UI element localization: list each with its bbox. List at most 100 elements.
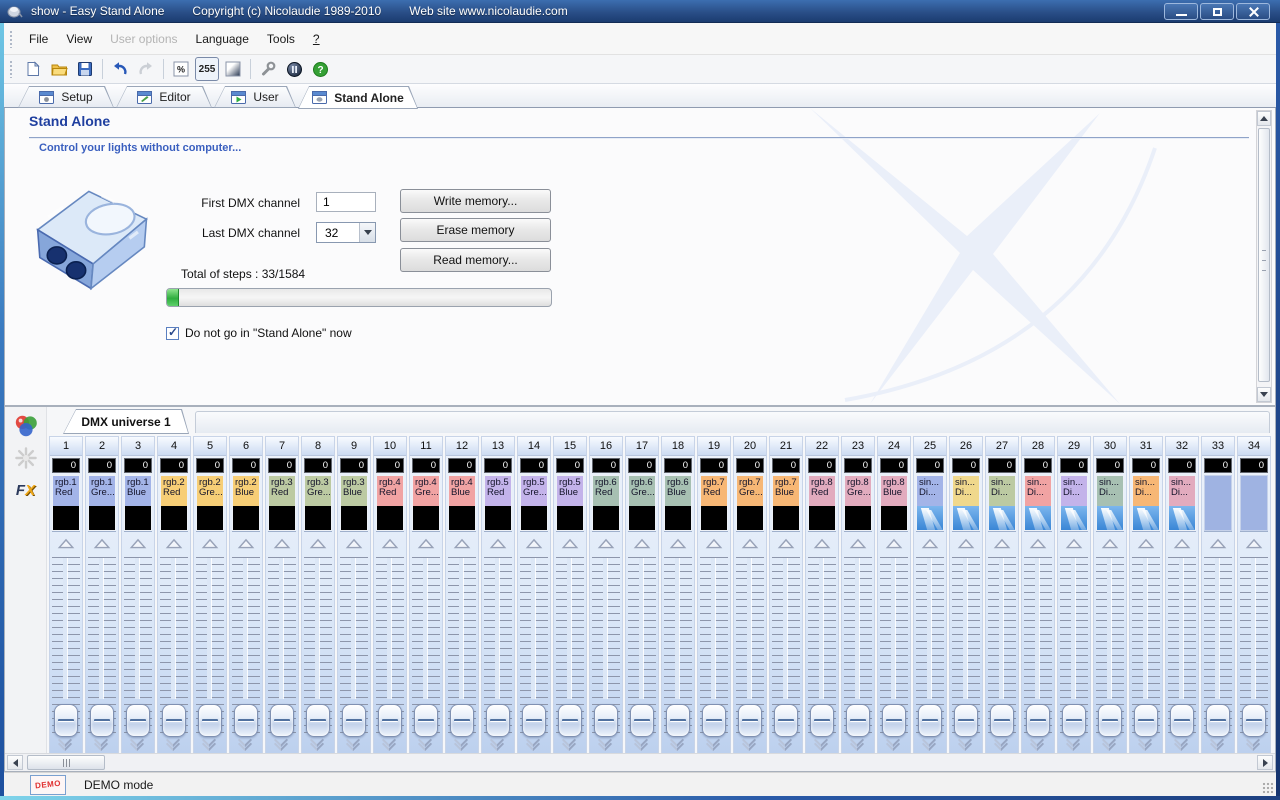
fader-up-button[interactable] [1130, 535, 1162, 551]
fader-up-button[interactable] [698, 535, 730, 551]
fader-up-button[interactable] [878, 535, 910, 551]
fader-thumb[interactable] [666, 704, 690, 737]
fader-slider[interactable] [482, 553, 514, 739]
fader-down-button[interactable] [266, 732, 298, 754]
fader-thumb[interactable] [522, 704, 546, 737]
chevron-down-icon[interactable] [359, 223, 375, 242]
percent-mode-button[interactable]: % [169, 57, 193, 81]
fader-slider[interactable] [410, 553, 442, 739]
fader-slider[interactable] [1202, 553, 1234, 739]
fader-slider[interactable] [122, 553, 154, 739]
fader-down-button[interactable] [446, 732, 478, 754]
fader-up-button[interactable] [986, 535, 1018, 551]
fader-up-button[interactable] [302, 535, 334, 551]
fader-thumb[interactable] [774, 704, 798, 737]
fader-thumb[interactable] [414, 704, 438, 737]
help-button[interactable]: ? [308, 57, 332, 81]
write-memory-button[interactable]: Write memory... [400, 189, 551, 213]
fader-slider[interactable] [986, 553, 1018, 739]
fader-thumb[interactable] [198, 704, 222, 737]
fader-slider[interactable] [950, 553, 982, 739]
fader-up-button[interactable] [410, 535, 442, 551]
fader-up-button[interactable] [1094, 535, 1126, 551]
fader-thumb[interactable] [450, 704, 474, 737]
new-document-button[interactable] [21, 57, 45, 81]
fader-slider[interactable] [1058, 553, 1090, 739]
fader-down-button[interactable] [374, 732, 406, 754]
scroll-up-button[interactable] [1257, 111, 1271, 126]
fader-slider[interactable] [1022, 553, 1054, 739]
fader-down-button[interactable] [518, 732, 550, 754]
fader-slider[interactable] [770, 553, 802, 739]
fader-down-button[interactable] [410, 732, 442, 754]
fx-button[interactable]: FX [13, 477, 39, 503]
fader-up-button[interactable] [374, 535, 406, 551]
fader-up-button[interactable] [482, 535, 514, 551]
fader-slider[interactable] [302, 553, 334, 739]
fader-down-button[interactable] [662, 732, 694, 754]
tab-dmx-universe-1[interactable]: DMX universe 1 [63, 409, 189, 434]
fader-up-button[interactable] [770, 535, 802, 551]
resize-grip-icon[interactable] [1262, 782, 1274, 794]
fader-down-button[interactable] [338, 732, 370, 754]
menu-file[interactable]: File [20, 28, 57, 50]
fader-down-button[interactable] [1022, 732, 1054, 754]
tab-editor[interactable]: Editor [116, 86, 212, 108]
fader-thumb[interactable] [378, 704, 402, 737]
fader-thumb[interactable] [306, 704, 330, 737]
scroll-down-button[interactable] [1257, 387, 1271, 402]
fader-thumb[interactable] [54, 704, 78, 737]
fader-slider[interactable] [626, 553, 658, 739]
scroll-left-button[interactable] [7, 755, 23, 770]
fader-up-button[interactable] [806, 535, 838, 551]
fader-thumb[interactable] [846, 704, 870, 737]
menu-view[interactable]: View [57, 28, 101, 50]
fader-slider[interactable] [842, 553, 874, 739]
fader-down-button[interactable] [986, 732, 1018, 754]
fader-slider[interactable] [374, 553, 406, 739]
menu-help[interactable]: ? [304, 28, 329, 50]
fader-thumb[interactable] [90, 704, 114, 737]
fader-down-button[interactable] [302, 732, 334, 754]
menu-tools[interactable]: Tools [258, 28, 304, 50]
fader-down-button[interactable] [626, 732, 658, 754]
fader-thumb[interactable] [1026, 704, 1050, 737]
fader-down-button[interactable] [914, 732, 946, 754]
fader-thumb[interactable] [1242, 704, 1266, 737]
fader-up-button[interactable] [734, 535, 766, 551]
fader-slider[interactable] [698, 553, 730, 739]
value-255-mode-button[interactable]: 255 [195, 57, 219, 81]
fader-down-button[interactable] [878, 732, 910, 754]
fader-thumb[interactable] [882, 704, 906, 737]
erase-memory-button[interactable]: Erase memory [400, 218, 551, 242]
fader-up-button[interactable] [590, 535, 622, 551]
first-dmx-channel-input[interactable] [316, 192, 376, 212]
fader-down-button[interactable] [1058, 732, 1090, 754]
fader-slider[interactable] [590, 553, 622, 739]
fader-up-button[interactable] [518, 535, 550, 551]
dmx-levels-button[interactable] [282, 57, 306, 81]
tab-user[interactable]: User [214, 86, 296, 108]
undo-button[interactable] [108, 57, 132, 81]
fader-up-button[interactable] [1166, 535, 1198, 551]
fader-up-button[interactable] [86, 535, 118, 551]
fader-thumb[interactable] [990, 704, 1014, 737]
fader-up-button[interactable] [266, 535, 298, 551]
vertical-scroll-thumb[interactable] [1258, 128, 1270, 382]
menu-language[interactable]: Language [187, 28, 258, 50]
fader-down-button[interactable] [482, 732, 514, 754]
fader-slider[interactable] [878, 553, 910, 739]
fader-up-button[interactable] [662, 535, 694, 551]
fader-slider[interactable] [1094, 553, 1126, 739]
fader-thumb[interactable] [1098, 704, 1122, 737]
fader-down-button[interactable] [554, 732, 586, 754]
fader-down-button[interactable] [1238, 732, 1270, 754]
fader-thumb[interactable] [162, 704, 186, 737]
options-button[interactable] [256, 57, 280, 81]
close-button[interactable] [1236, 3, 1270, 20]
fader-slider[interactable] [230, 553, 262, 739]
fader-down-button[interactable] [842, 732, 874, 754]
fader-slider[interactable] [266, 553, 298, 739]
fader-thumb[interactable] [270, 704, 294, 737]
fader-up-button[interactable] [338, 535, 370, 551]
